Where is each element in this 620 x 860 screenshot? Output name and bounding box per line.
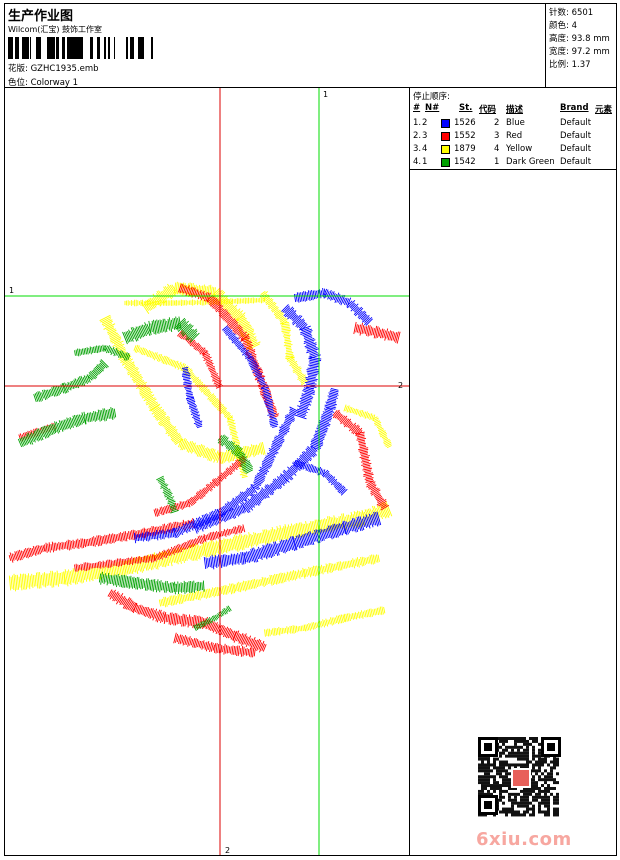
- stat-colors: 颜色: 4: [549, 21, 577, 31]
- col-st: St.: [459, 103, 473, 113]
- colorway-label: 色位:: [8, 78, 28, 88]
- stat-width: 宽度: 97.2 mm: [549, 47, 610, 57]
- colorway-line: 色位: Colorway 1: [8, 76, 78, 88]
- page-title: 生产作业图: [8, 9, 74, 24]
- stitch-band: [173, 632, 256, 658]
- col-brand: Brand: [560, 103, 589, 113]
- guide-label-green-vertical: 1: [323, 90, 329, 99]
- design-label: 花版:: [8, 64, 28, 74]
- stitch-band: [264, 606, 386, 637]
- col-desc: 描述: [506, 105, 524, 115]
- stitch-band: [293, 287, 373, 326]
- design-canvas: 1 1 2 2: [5, 88, 409, 855]
- color-swatch: [441, 119, 450, 128]
- stitch-band: [259, 290, 309, 386]
- color-swatch: [441, 132, 450, 141]
- col-num: #: [413, 103, 421, 113]
- stats-panel: 针数: 6501 颜色: 4 高度: 93.8 mm 宽度: 97.2 mm 比…: [546, 4, 616, 88]
- guide-label-red-vertical: 2: [225, 846, 231, 855]
- sequence-row: 1. 2 1526 2 Blue Default: [413, 118, 592, 128]
- stat-scale: 比例: 1.37: [549, 60, 591, 70]
- guide-label-red-horizontal: 2: [398, 381, 404, 390]
- barcode-icon: [8, 37, 153, 59]
- stitch-band: [158, 554, 380, 608]
- stitch-band: [17, 407, 117, 448]
- col-elem: 元素: [595, 105, 613, 115]
- color-swatch: [441, 145, 450, 154]
- watermark: 6xiu.com: [476, 829, 572, 850]
- stat-stitches: 针数: 6501: [549, 8, 594, 18]
- qr-code-icon: [474, 736, 564, 818]
- col-code: 代码: [479, 105, 497, 115]
- col-no: N#: [425, 103, 440, 113]
- sequence-divider: [410, 169, 617, 170]
- sequence-title: 停止顺序:: [413, 92, 450, 102]
- sequence-row: 3. 4 1879 4 Yellow Default: [413, 144, 592, 154]
- stitch-band: [124, 296, 266, 307]
- stat-height: 高度: 93.8 mm: [549, 34, 610, 44]
- stitch-band: [122, 316, 200, 345]
- embroidery-preview: [5, 88, 409, 855]
- design-file: GZHC1935.emb: [30, 64, 99, 74]
- color-swatch: [441, 158, 450, 167]
- stitch-band: [353, 321, 401, 344]
- stitch-band: [153, 455, 247, 517]
- colorway-value: Colorway 1: [30, 78, 79, 88]
- sequence-row: 2. 3 1552 3 Red Default: [413, 131, 592, 141]
- stitch-band: [8, 500, 393, 592]
- design-file-line: 花版: GZHC1935.emb: [8, 62, 99, 74]
- stitch-band: [33, 359, 109, 403]
- company-name: Wilcom(汇宝) 鼓饰工作室: [8, 25, 103, 34]
- guide-label-green-horizontal: 1: [9, 286, 15, 295]
- header-panel: 生产作业图 Wilcom(汇宝) 鼓饰工作室 花版: GZHC1935.emb …: [5, 4, 546, 88]
- production-sheet: 生产作业图 Wilcom(汇宝) 鼓饰工作室 花版: GZHC1935.emb …: [4, 3, 617, 856]
